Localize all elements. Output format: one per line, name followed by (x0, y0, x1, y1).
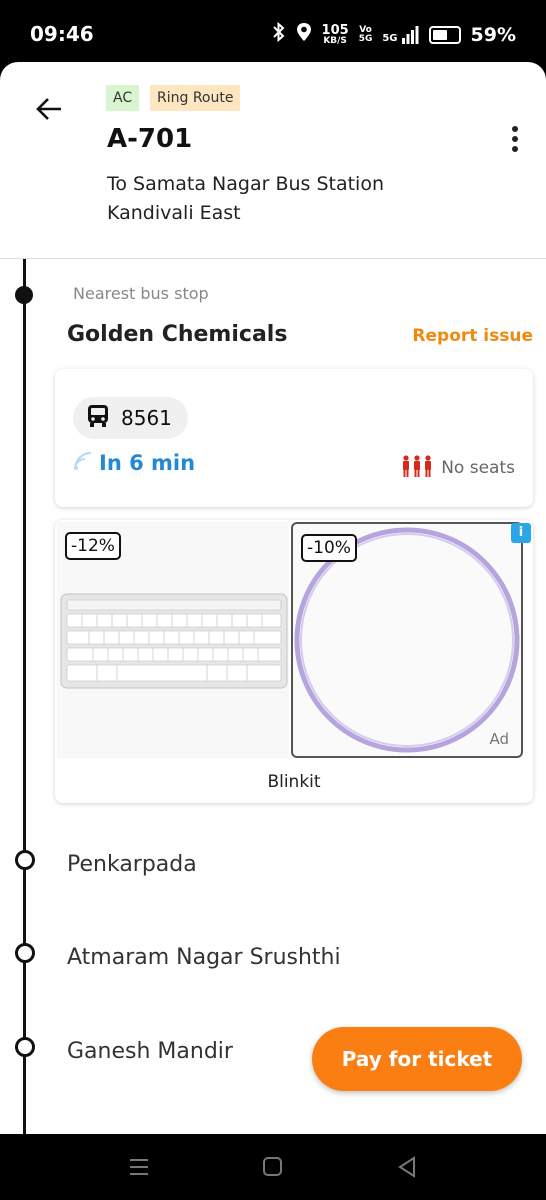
bus-number: 8561 (121, 406, 172, 430)
ad-banner[interactable]: -12% -10% Ad i Blinkit (55, 520, 533, 803)
stop-dot (15, 850, 35, 870)
ad-info-icon[interactable]: i (511, 523, 531, 543)
route-timeline (23, 259, 26, 1134)
ac-tag: AC (106, 85, 140, 111)
discount-badge: -10% (301, 534, 357, 562)
data-speed-indicator: 105 KB/S (321, 22, 349, 46)
bus-icon (87, 404, 109, 432)
location-icon (296, 22, 312, 47)
home-icon[interactable] (258, 1152, 288, 1182)
stop-dot (15, 1037, 35, 1057)
discount-badge: -12% (65, 532, 121, 560)
stop-item[interactable]: Ganesh Mandir (67, 1039, 233, 1064)
more-options-icon[interactable] (504, 124, 526, 154)
volte-indicator: Vo 5G (358, 24, 373, 44)
route-detail-page: AC Ring Route A-701 To Samata Nagar Bus … (0, 62, 546, 1134)
ad-label: Ad (489, 730, 509, 748)
battery-icon (428, 25, 461, 44)
ring-route-tag: Ring Route (150, 85, 241, 111)
signal-icon: 5G (382, 25, 419, 44)
system-nav-bar (0, 1134, 546, 1200)
eta-text: In 6 min (99, 451, 196, 475)
back-icon[interactable] (392, 1152, 422, 1182)
bluetooth-icon (272, 21, 286, 47)
ad-product-keyboard[interactable]: -12% (57, 522, 289, 758)
status-bar: 09:46 105 KB/S Vo 5G 5G 59% (0, 0, 546, 62)
live-signal-icon (73, 451, 93, 475)
seat-status-text: No seats (441, 458, 515, 478)
menu-icon[interactable] (124, 1152, 154, 1182)
nearest-stop-label: Nearest bus stop (73, 284, 209, 303)
bus-arrival-card[interactable]: 8561 In 6 min No seats (55, 369, 533, 507)
nearest-stop-name: Golden Chemicals (67, 322, 288, 347)
status-icons: 105 KB/S Vo 5G 5G 59% (272, 21, 516, 47)
pay-for-ticket-button[interactable]: Pay for ticket (312, 1027, 522, 1091)
route-title: A-701 (107, 124, 193, 154)
clock: 09:46 (30, 22, 94, 46)
crowd-icon (401, 455, 433, 481)
eta-row: In 6 min (73, 451, 195, 475)
report-issue-link[interactable]: Report issue (412, 326, 533, 346)
route-header: AC Ring Route A-701 To Samata Nagar Bus … (0, 62, 546, 259)
stop-dot (15, 943, 35, 963)
battery-percent: 59% (470, 23, 516, 46)
ad-product-hoop[interactable]: -10% Ad (291, 522, 523, 758)
back-arrow-icon[interactable] (34, 94, 64, 124)
bus-number-chip: 8561 (73, 397, 188, 439)
ad-brand-name: Blinkit (267, 772, 321, 792)
stop-item[interactable]: Penkarpada (67, 852, 197, 877)
route-destination: To Samata Nagar Bus Station Kandivali Ea… (107, 173, 385, 224)
current-stop-dot (15, 286, 33, 304)
stop-item[interactable]: Atmaram Nagar Srushthi (67, 945, 341, 970)
seat-availability: No seats (401, 455, 515, 481)
